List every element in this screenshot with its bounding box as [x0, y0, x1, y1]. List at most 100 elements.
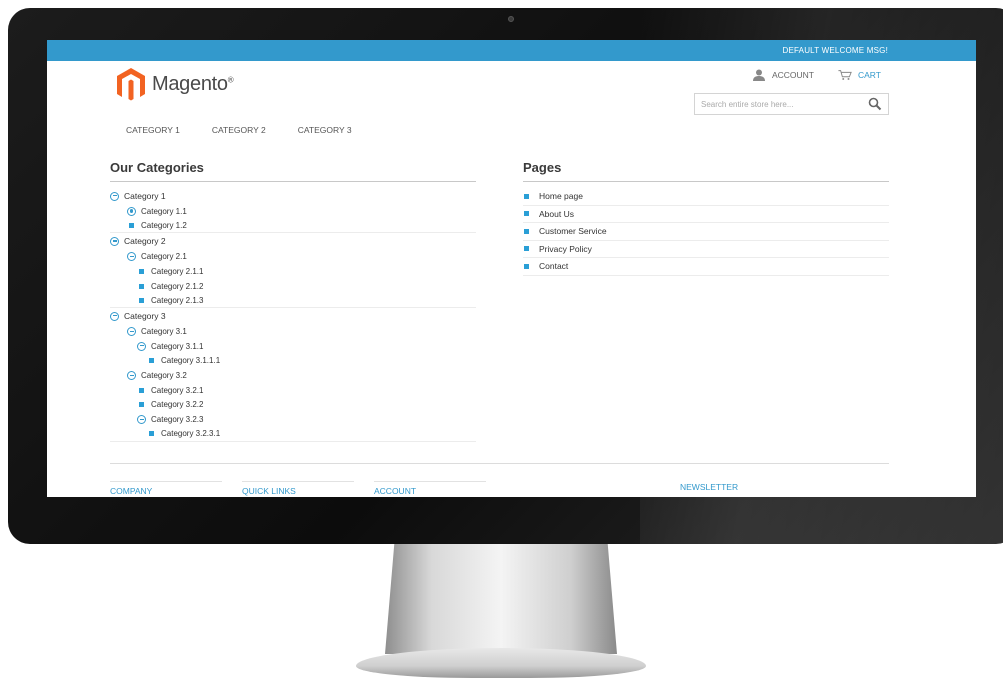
- bullet-square-icon: [524, 228, 529, 234]
- page-link-label: About Us: [539, 208, 574, 219]
- nav-item-category-1[interactable]: CATEGORY 1: [126, 125, 180, 135]
- cart-icon: [838, 70, 852, 80]
- minus-circle-icon[interactable]: [127, 252, 136, 262]
- tree-item-label: Category 3.2: [141, 371, 187, 381]
- account-link[interactable]: ACCOUNT: [752, 69, 814, 81]
- tree-item-label: Category 3.2.3.1: [161, 429, 221, 439]
- pages-title: Pages: [523, 160, 889, 182]
- store-logo[interactable]: Magento®: [115, 67, 234, 101]
- tree-item-category-1[interactable]: Category 1: [110, 188, 476, 204]
- page-link-label: Contact: [539, 261, 569, 272]
- tree-item-label: Category 3.2.3: [151, 415, 204, 425]
- tree-item-label: Category 1.2: [141, 221, 187, 231]
- browser-viewport: DEFAULT WELCOME MSG! Magento® ACCOUNT CA…: [47, 40, 976, 497]
- page-link-label: Customer Service: [539, 226, 607, 237]
- tree-item-category-2-1-1[interactable]: Category 2.1.1: [110, 264, 476, 279]
- page-link-customer-service[interactable]: Customer Service: [523, 223, 889, 241]
- nav-item-category-2[interactable]: CATEGORY 2: [212, 125, 266, 135]
- bullet-square-icon: [524, 211, 529, 217]
- cart-link[interactable]: CART: [838, 69, 881, 81]
- bullet-square-icon: [524, 246, 529, 252]
- tree-item-category-3-2[interactable]: Category 3.2: [110, 368, 476, 383]
- minus-circle-icon[interactable]: [110, 236, 119, 246]
- search-input[interactable]: [695, 94, 855, 115]
- tree-item-category-3-1-1-1[interactable]: Category 3.1.1.1: [110, 354, 476, 369]
- tree-item-label: Category 3.1.1.1: [161, 356, 221, 366]
- nav-item-category-3[interactable]: CATEGORY 3: [298, 125, 352, 135]
- footer-account-heading[interactable]: ACCOUNT: [374, 481, 486, 496]
- pages-panel: Pages Home page About Us Customer Servic…: [523, 160, 889, 276]
- bullet-square-icon: [139, 402, 144, 408]
- minus-circle-icon[interactable]: [127, 371, 136, 381]
- minus-circle-icon[interactable]: [110, 311, 119, 321]
- bullet-square-icon: [149, 358, 154, 364]
- dot-circle-icon[interactable]: [127, 206, 136, 216]
- bullet-square-icon: [149, 431, 154, 437]
- page-link-about-us[interactable]: About Us: [523, 206, 889, 223]
- footer-company-heading[interactable]: COMPANY: [110, 481, 222, 496]
- tree-item-label: Category 3.1: [141, 326, 187, 336]
- bullet-square-icon: [524, 263, 529, 269]
- tree-item-label: Category 3.1.1: [151, 341, 204, 351]
- footer-divider: [110, 463, 889, 464]
- search-icon[interactable]: [868, 97, 882, 111]
- minus-circle-icon[interactable]: [137, 415, 146, 425]
- footer-newsletter-heading[interactable]: NEWSLETTER: [680, 482, 738, 492]
- tree-item-category-2-1[interactable]: Category 2.1: [110, 249, 476, 264]
- page-link-label: Privacy Policy: [539, 243, 592, 254]
- tree-item-label: Category 3.2.1: [151, 385, 204, 395]
- tree-item-category-2[interactable]: Category 2: [110, 233, 476, 249]
- bullet-square-icon: [129, 223, 134, 229]
- page-link-label: Home page: [539, 191, 583, 202]
- monitor-stand: [385, 544, 617, 654]
- bullet-square-icon: [139, 283, 144, 289]
- tree-item-category-1-1[interactable]: Category 1.1: [110, 204, 476, 219]
- tree-item-label: Category 2: [124, 236, 166, 247]
- tree-item-label: Category 3: [124, 311, 166, 322]
- tree-item-category-3-2-2[interactable]: Category 3.2.2: [110, 398, 476, 413]
- webcam-dot: [508, 16, 514, 22]
- welcome-message: DEFAULT WELCOME MSG!: [782, 46, 888, 55]
- bullet-square-icon: [524, 193, 529, 199]
- minus-circle-icon[interactable]: [137, 341, 146, 351]
- search-box: [694, 93, 889, 115]
- tree-item-category-3-1[interactable]: Category 3.1: [110, 324, 476, 339]
- bullet-square-icon: [139, 387, 144, 393]
- categories-title: Our Categories: [110, 160, 476, 182]
- tree-item-label: Category 2.1.3: [151, 295, 204, 305]
- tree-item-label: Category 2.1: [141, 252, 187, 262]
- account-label: ACCOUNT: [771, 70, 814, 80]
- tree-item-label: Category 3.2.2: [151, 400, 204, 410]
- tree-item-category-3-2-1[interactable]: Category 3.2.1: [110, 383, 476, 398]
- magento-logo-icon: [117, 68, 145, 101]
- bullet-square-icon: [139, 297, 144, 303]
- tree-item-label: Category 2.1.1: [151, 266, 204, 276]
- header-links: ACCOUNT CART: [752, 69, 881, 81]
- tree-item-category-3-2-3-1[interactable]: Category 3.2.3.1: [110, 427, 476, 442]
- pages-list: Home page About Us Customer Service Priv…: [523, 188, 889, 276]
- tree-item-category-1-2[interactable]: Category 1.2: [110, 219, 476, 234]
- tree-item-category-3-1-1[interactable]: Category 3.1.1: [110, 339, 476, 354]
- footer-quick-links-heading[interactable]: QUICK LINKS: [242, 481, 354, 496]
- tree-item-label: Category 1.1: [141, 206, 187, 216]
- category-tree: Category 1 Category 1.1 Category 1.2 Cat…: [110, 188, 476, 442]
- page-link-home[interactable]: Home page: [523, 188, 889, 206]
- tree-item-category-2-1-2[interactable]: Category 2.1.2: [110, 279, 476, 294]
- categories-panel: Our Categories Category 1 Category 1.1 C…: [110, 160, 476, 442]
- monitor-stand-base: [356, 648, 646, 678]
- minus-circle-icon[interactable]: [127, 326, 136, 336]
- tree-item-label: Category 1: [124, 191, 166, 201]
- page-link-privacy-policy[interactable]: Privacy Policy: [523, 241, 889, 258]
- user-icon: [752, 69, 765, 81]
- tree-item-label: Category 2.1.2: [151, 281, 204, 291]
- tree-item-category-3[interactable]: Category 3: [110, 308, 476, 324]
- main-navigation: CATEGORY 1 CATEGORY 2 CATEGORY 3: [126, 125, 352, 135]
- page-link-contact[interactable]: Contact: [523, 258, 889, 276]
- bullet-square-icon: [139, 268, 144, 274]
- cart-label: CART: [858, 70, 881, 80]
- tree-item-category-2-1-3[interactable]: Category 2.1.3: [110, 293, 476, 309]
- tree-item-category-3-2-3[interactable]: Category 3.2.3: [110, 412, 476, 427]
- welcome-bar: DEFAULT WELCOME MSG!: [47, 40, 976, 61]
- minus-circle-icon[interactable]: [110, 191, 119, 201]
- logo-wordmark: Magento®: [152, 72, 234, 95]
